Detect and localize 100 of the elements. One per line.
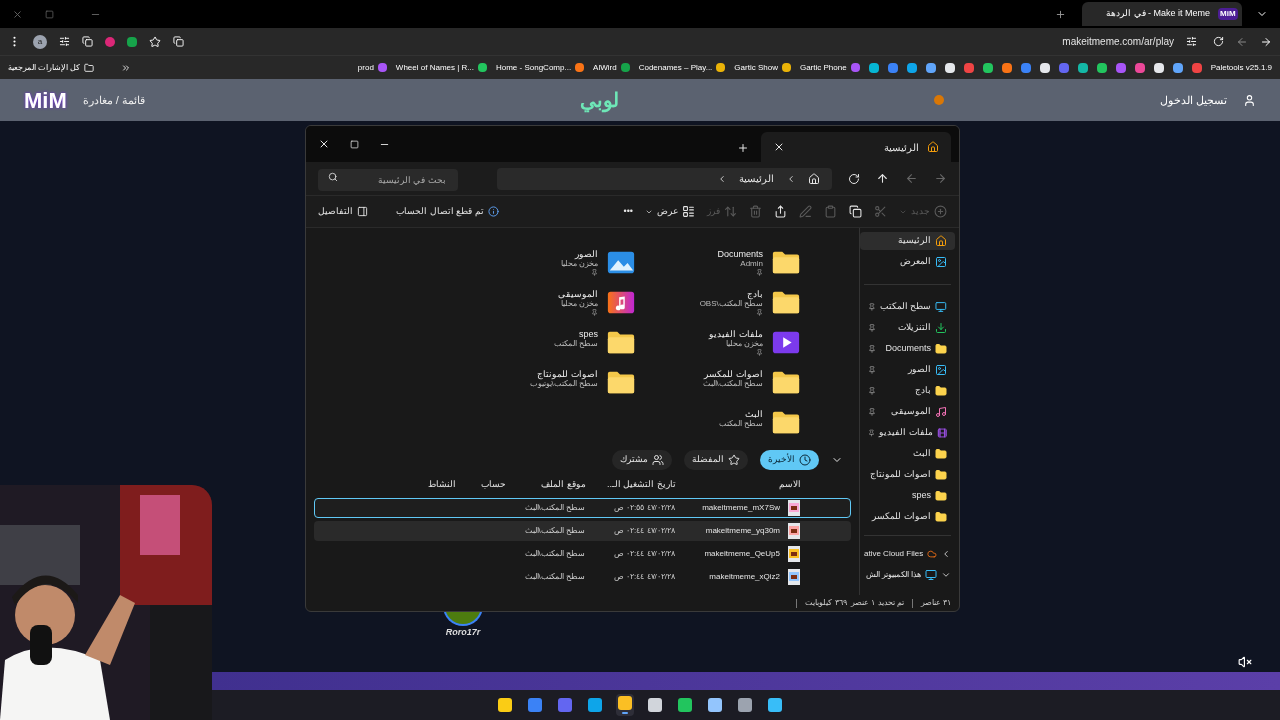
sidebar-item[interactable]: المعرض [860, 253, 955, 271]
quick-access-item[interactable]: الصور مخزن محليا [471, 246, 636, 278]
new-tab-icon[interactable] [1055, 8, 1066, 20]
details-pane-icon [357, 206, 368, 217]
view-button[interactable]: عرض [645, 204, 695, 219]
quick-access-item[interactable]: اصوات للمونتاج سطح المكتب\يوتيوب [471, 366, 636, 398]
taskbar-app-icon[interactable] [616, 694, 634, 716]
breadcrumb-item[interactable]: الرئيسية [739, 171, 774, 186]
mute-icon[interactable] [1238, 655, 1252, 669]
more-bookmarks-icon[interactable] [121, 62, 132, 73]
sidebar-item[interactable]: الرئيسية [860, 232, 955, 250]
add-icon [934, 205, 947, 218]
bookmark-item[interactable]: Wheel of Names | R... [395, 61, 487, 74]
filter-chip[interactable]: الأخيرة [760, 450, 819, 470]
filter-chip[interactable]: مشترك [612, 450, 672, 470]
bookmark-favicon[interactable] [906, 62, 917, 73]
sidebar-item[interactable]: الموسيقى [860, 403, 955, 421]
bookmark-item[interactable]: Codenames – Play... [638, 61, 726, 74]
sidebar-item[interactable]: البث [860, 445, 955, 463]
item-count: ٣١ عناصر [920, 597, 951, 609]
explorer-tab[interactable]: الرئيسية [761, 132, 951, 162]
bookmark-favicon[interactable] [925, 62, 936, 73]
extension-icon[interactable] [127, 36, 137, 47]
bookmark-favicon[interactable] [944, 62, 955, 73]
gallery-icon [935, 256, 947, 268]
folder-icon [935, 511, 947, 523]
folder-icon [935, 490, 947, 502]
share-button[interactable] [774, 205, 787, 218]
details-button[interactable]: التفاصيل [318, 204, 368, 219]
bookmark-item[interactable]: AlWird [593, 61, 630, 74]
folder-icon [84, 62, 95, 73]
bookmark-item[interactable]: Paletools v25.1.9 [1210, 61, 1272, 74]
image-thumbnail [788, 523, 800, 539]
sidebar-item[interactable]: اصوات للمكسر [860, 508, 955, 526]
close-tab-icon[interactable] [773, 141, 785, 153]
quick-access-item[interactable]: اصوات للمكسر سطح المكتب\البث [636, 366, 801, 398]
bookmark-item[interactable]: Home - SongComp... [495, 61, 585, 74]
new-tab-icon[interactable] [737, 142, 749, 154]
column-header[interactable]: تاريخ التشغيل الـ.. [586, 478, 676, 492]
bookmark-favicon[interactable] [1039, 62, 1050, 73]
bookmark-item[interactable]: prod [357, 61, 387, 74]
bookmark-favicon[interactable] [868, 62, 879, 73]
filter-chip[interactable]: المفضلة [684, 450, 748, 470]
sidebar-item[interactable]: بادج [860, 382, 955, 400]
bookmark-favicon[interactable] [1001, 62, 1012, 73]
bookmark-favicon[interactable] [1172, 62, 1183, 73]
more-button[interactable]: ••• [623, 204, 633, 219]
sidebar-item[interactable]: هذا الكمبيوتر الش [860, 566, 955, 584]
extension-icon[interactable] [105, 36, 115, 47]
sidebar-item[interactable]: سطح المكتب [860, 298, 955, 316]
bookmark-favicon[interactable] [1077, 62, 1088, 73]
install-icon[interactable] [173, 36, 184, 47]
column-header[interactable]: الاسم [676, 478, 851, 492]
site-settings-icon[interactable] [1186, 36, 1197, 47]
bookmark-favicon[interactable] [1153, 62, 1164, 73]
column-header[interactable]: حساب [456, 478, 506, 492]
refresh-icon[interactable] [848, 172, 860, 185]
bookmark-favicon[interactable] [1096, 62, 1107, 73]
column-header[interactable]: موقع الملف [506, 478, 586, 492]
view-icon [682, 205, 695, 218]
sidebar-item[interactable]: ملفات الفيديو [860, 424, 955, 442]
media-icon[interactable] [59, 36, 70, 47]
menu-leave-link[interactable]: قائمة / مغادرة [82, 91, 145, 109]
quick-access-item[interactable]: البث سطح المكتب [636, 406, 801, 438]
sidebar-item[interactable]: ative Cloud Files [860, 545, 955, 563]
column-header[interactable]: النشاط [366, 478, 456, 492]
forward-icon[interactable] [1260, 35, 1272, 48]
profile-avatar[interactable]: a [33, 34, 47, 49]
sidebar-item[interactable]: Documents [860, 340, 955, 358]
quick-access-item[interactable]: ملفات الفيديو مخزن محليا [636, 326, 801, 358]
copy-button[interactable] [849, 205, 862, 218]
sidebar-item[interactable]: الصور [860, 361, 955, 379]
reload-icon[interactable] [1213, 36, 1224, 47]
extensions-icon[interactable] [82, 36, 93, 47]
folder-icon [935, 469, 947, 481]
sidebar-item[interactable]: اصوات للمونتاج [860, 466, 955, 484]
maximize-icon[interactable] [350, 139, 359, 149]
date-cell-text: ٤٧/٠٢/٢٨ ٠٢:٤٤ ص [612, 548, 675, 560]
forward-icon[interactable] [934, 172, 947, 185]
sort-icon [724, 205, 737, 218]
back-icon[interactable] [905, 172, 918, 185]
sidebar-item[interactable]: التنزيلات [860, 319, 955, 337]
sidebar-item[interactable]: spes [860, 487, 955, 505]
back-icon[interactable] [1236, 35, 1248, 48]
url-text[interactable]: makeitmeme.com/ar/play [1062, 34, 1174, 49]
login-link[interactable]: تسجيل الدخول [1159, 91, 1227, 109]
up-icon[interactable] [876, 172, 889, 185]
quick-access-item[interactable]: الموسيقى مخزن محليا [471, 286, 636, 318]
bookmark-item[interactable]: كل الإشارات المرجعية [8, 61, 95, 74]
account-status-button[interactable]: تم قطع اتصال الحساب [396, 204, 499, 219]
bookmark-favicon[interactable] [982, 62, 993, 73]
close-icon[interactable] [318, 138, 330, 150]
quick-access-item[interactable]: بادج سطح المكتب\OBS [636, 286, 801, 318]
quick-access-item[interactable]: Documents Admin [636, 246, 801, 278]
bookmark-item[interactable]: Gartic Show [734, 61, 791, 74]
bookmark-star-icon[interactable] [149, 35, 161, 48]
address-bar[interactable]: الرئيسية [497, 167, 832, 190]
site-logo[interactable]: MiM [24, 83, 67, 117]
bookmark-item[interactable]: Gartic Phone [799, 61, 860, 74]
search-field[interactable]: بحث في الرئيسية [318, 169, 458, 191]
